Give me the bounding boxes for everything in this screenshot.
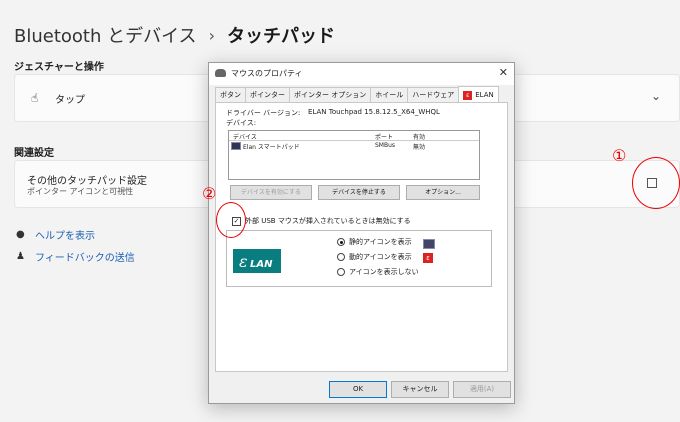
radio-dynamic-icon[interactable]: 動的アイコンを表示 xyxy=(337,252,412,262)
radio-static-icon[interactable]: 静的アイコンを表示 xyxy=(337,237,412,247)
apply-button[interactable]: 適用(A) xyxy=(453,381,511,398)
breadcrumb-parent[interactable]: Bluetooth とデバイス xyxy=(14,22,197,48)
options-button[interactable]: オプション... xyxy=(406,185,480,200)
tab-pointer[interactable]: ポインター xyxy=(245,87,290,102)
annotation-circle-two xyxy=(216,202,246,238)
help-link-label: ヘルプを表示 xyxy=(35,231,95,242)
table-row[interactable]: Elan スマートパッド SMBus 無効 xyxy=(229,141,479,151)
radio-dot[interactable] xyxy=(337,253,345,261)
driver-version-value: ELAN Touchpad 15.8.12.5_X64_WHQL xyxy=(308,108,440,116)
driver-version-label: ドライバー バージョン: xyxy=(226,109,301,117)
column-port[interactable]: ポート xyxy=(375,132,393,141)
static-icon-preview xyxy=(423,239,435,249)
page-title: タッチパッド xyxy=(226,26,335,47)
elan-panel: ドライバー バージョン: ELAN Touchpad 15.8.12.5_X64… xyxy=(215,102,508,372)
radio-dot[interactable] xyxy=(337,238,345,246)
devices-list-header: デバイス ポート 有効 xyxy=(229,131,479,141)
device-enabled: 無効 xyxy=(413,144,426,151)
tab-pointer-options[interactable]: ポインター オプション xyxy=(289,87,372,102)
help-link[interactable]: ● ヘルプを表示 xyxy=(16,227,95,242)
more-settings-title: その他のタッチパッド設定 xyxy=(27,176,147,187)
elan-logo: ε LAN xyxy=(233,243,281,279)
enable-device-button[interactable]: デバイスを有効にする xyxy=(230,185,312,200)
tab-hardware[interactable]: ハードウェア xyxy=(407,87,460,102)
checkbox-label: 外部 USB マウスが挿入されているときは無効にする xyxy=(245,217,411,225)
devices-list[interactable]: デバイス ポート 有効 Elan スマートパッド SMBus 無効 xyxy=(228,130,480,180)
more-settings-subtitle: ポインター アイコンと可視性 xyxy=(27,187,134,196)
radio-label: 動的アイコンを表示 xyxy=(349,253,412,261)
tab-elan-label: ELAN xyxy=(475,91,494,99)
dynamic-icon-preview: ε xyxy=(423,253,433,263)
device-name: Elan スマートパッド xyxy=(243,144,300,151)
annotation-number-one: ① xyxy=(612,146,627,165)
close-icon[interactable]: ✕ xyxy=(499,66,508,79)
tab-buttons[interactable]: ボタン xyxy=(215,87,246,102)
mouse-properties-dialog: マウスのプロパティ ✕ ボタン ポインター ポインター オプション ホイール ハ… xyxy=(208,62,515,404)
disable-on-usb-mouse-checkbox[interactable]: ✓ 外部 USB マウスが挿入されているときは無効にする xyxy=(232,216,411,226)
mouse-icon xyxy=(215,69,226,77)
help-icon: ● xyxy=(16,229,25,240)
chevron-down-icon[interactable]: ⌄ xyxy=(651,89,661,103)
gestures-section-title: ジェスチャーと操作 xyxy=(14,62,104,73)
svg-text:LAN: LAN xyxy=(250,259,273,270)
icon-display-group: ε LAN 静的アイコンを表示 動的アイコンを表示 アイコンを表示しない ε xyxy=(226,230,492,287)
stop-device-button[interactable]: デバイスを停止する xyxy=(318,185,400,200)
ok-button[interactable]: OK xyxy=(329,381,387,398)
touchpad-icon xyxy=(231,142,241,150)
radio-label: アイコンを表示しない xyxy=(349,268,419,276)
svg-text:ε: ε xyxy=(239,252,248,271)
feedback-link-label: フィードバックの送信 xyxy=(35,253,135,264)
column-enabled[interactable]: 有効 xyxy=(413,132,425,141)
breadcrumb-separator: › xyxy=(208,25,215,45)
annotation-number-two: ② xyxy=(202,184,217,203)
feedback-icon: ♟ xyxy=(16,251,25,262)
device-port: SMBus xyxy=(375,142,396,149)
tap-hand-icon: ☝ xyxy=(31,91,39,105)
tab-wheel[interactable]: ホイール xyxy=(370,87,409,102)
dialog-titlebar: マウスのプロパティ ✕ xyxy=(209,63,514,85)
radio-label: 静的アイコンを表示 xyxy=(349,238,412,246)
column-device[interactable]: デバイス xyxy=(233,132,257,141)
devices-label: デバイス: xyxy=(226,119,257,127)
radio-no-icon[interactable]: アイコンを表示しない xyxy=(337,267,419,277)
radio-dot[interactable] xyxy=(337,268,345,276)
elan-tab-icon: ε xyxy=(463,90,473,100)
cancel-button[interactable]: キャンセル xyxy=(391,381,449,398)
tap-label: タップ xyxy=(55,95,85,106)
related-section-title: 関連設定 xyxy=(14,148,54,159)
dialog-title: マウスのプロパティ xyxy=(231,69,303,78)
tab-elan[interactable]: ε ELAN xyxy=(458,86,499,103)
feedback-link[interactable]: ♟ フィードバックの送信 xyxy=(16,249,135,264)
breadcrumb: Bluetooth とデバイス › タッチパッド xyxy=(14,22,335,48)
dialog-tabs: ボタン ポインター ポインター オプション ホイール ハードウェア ε ELAN xyxy=(215,86,499,103)
annotation-circle-one xyxy=(632,157,680,209)
